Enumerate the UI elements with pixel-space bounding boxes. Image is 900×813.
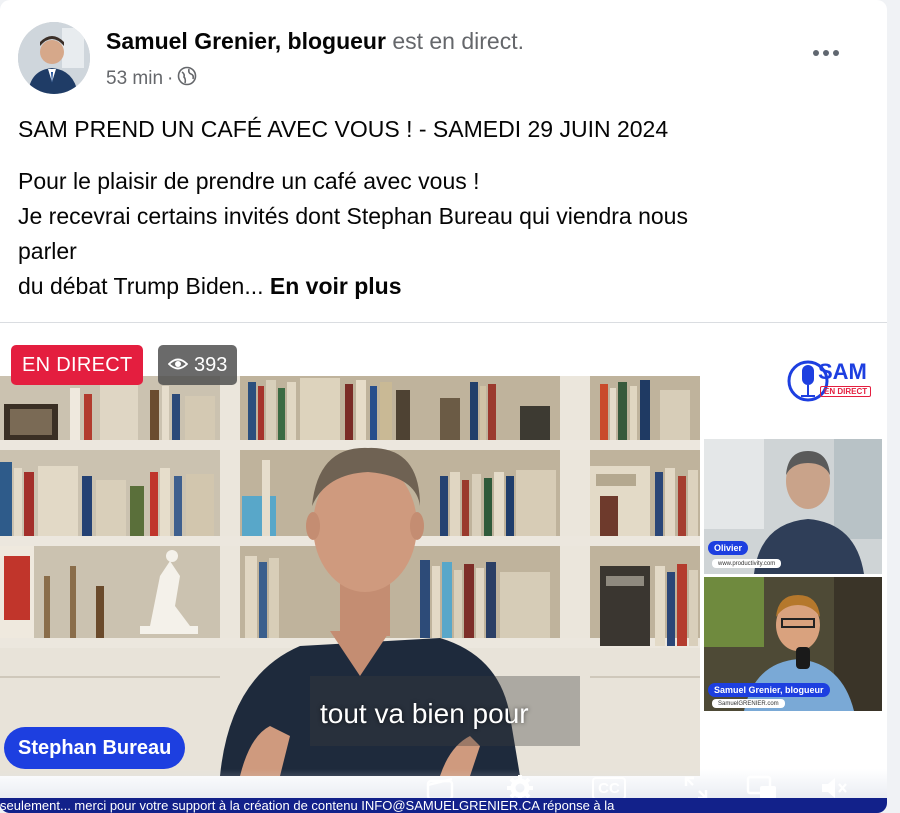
live-status-text: est en direct. <box>392 28 524 54</box>
post-body: Pour le plaisir de prendre un café avec … <box>18 164 808 304</box>
live-caption: tout va bien pour <box>320 698 529 729</box>
post-time[interactable]: 53 min <box>106 68 163 90</box>
author-line: Samuel Grenier, blogueur est en direct. <box>106 28 524 55</box>
live-video-player[interactable]: tout va bien pour Stephan Bureau EN DIRE… <box>0 323 887 813</box>
see-more-link[interactable]: En voir plus <box>270 273 402 299</box>
news-ticker: seulement... merci pour votre support à … <box>0 798 887 813</box>
sam-logo-text: SAM <box>818 359 867 384</box>
live-badge: EN DIRECT <box>11 345 144 385</box>
guest2-url-tag: SamuelGRENIER.com <box>712 699 785 708</box>
speaker-name-tag: Stephan Bureau <box>4 727 186 769</box>
post-body-line: parler <box>18 238 77 264</box>
author-avatar[interactable] <box>18 22 90 94</box>
viewer-count-badge: 393 <box>158 345 238 385</box>
post-body-last-line: du débat Trump Biden... En voir plus <box>18 269 808 304</box>
post-body-line: Pour le plaisir de prendre un café avec … <box>18 168 480 194</box>
author-name[interactable]: Samuel Grenier, blogueur <box>106 28 386 54</box>
guest1-name-tag: Olivier <box>708 541 749 555</box>
guest1-url-tag: www.productivity.com <box>712 559 782 568</box>
post-meta: 53 min · <box>106 66 197 92</box>
main-video-feed[interactable]: tout va bien pour <box>0 376 700 776</box>
guest-video-samuel[interactable]: Samuel Grenier, blogueur SamuelGRENIER.c… <box>704 577 882 711</box>
viewer-count: 393 <box>194 353 228 376</box>
closed-captions-label: CC <box>592 776 626 800</box>
guest2-name-tag: Samuel Grenier, blogueur <box>708 683 830 697</box>
eye-icon <box>167 354 189 377</box>
post-body-line: du débat Trump Biden... <box>18 273 264 299</box>
more-options-icon[interactable] <box>808 38 844 68</box>
sam-logo-live-tag: EN DIRECT <box>820 386 872 397</box>
globe-icon <box>177 66 197 92</box>
post-title: SAM PREND UN CAFÉ AVEC VOUS ! - SAMEDI 2… <box>18 116 669 142</box>
meta-separator: · <box>167 68 174 89</box>
guest-video-olivier[interactable]: Olivier www.productivity.com <box>704 439 882 574</box>
post-card: Samuel Grenier, blogueur est en direct. … <box>0 0 887 813</box>
post-body-line: Je recevrai certains invités dont Stepha… <box>18 203 688 229</box>
